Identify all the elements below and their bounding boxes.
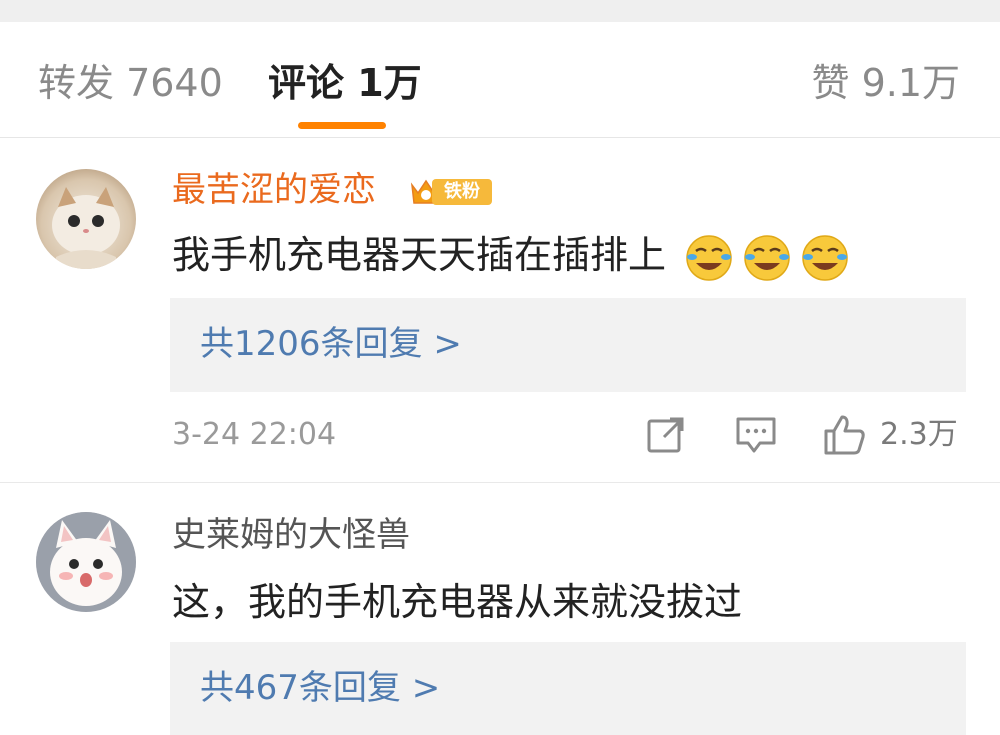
laugh-cry-icon [744,235,790,281]
comment-item: 史莱姆的大怪兽 这，我的手机充电器从来就没拔过 共467条回复 > [0,484,1000,735]
comment-text-content: 我手机充电器天天插在插排上 [172,233,667,277]
kitten-avatar-icon [36,512,136,612]
emoji-group [684,232,858,284]
replies-link[interactable]: 共467条回复 > [200,666,440,710]
like-count: 2.3万 [880,417,958,452]
comment-item: 最苦涩的爱恋 铁粉 我手机充电器天天插在插排上 共1206条回复 > 3-24 … [0,139,1000,483]
tab-bar: 转发 7640 评论 1万 赞 9.1万 [0,22,1000,138]
active-tab-indicator [298,122,386,129]
fan-badge[interactable]: 铁粉 [408,173,492,209]
comment-icon[interactable] [734,413,778,457]
laugh-cry-icon [802,235,848,281]
laugh-cry-icon [686,235,732,281]
share-icon[interactable] [644,413,688,457]
comment-username[interactable]: 史莱姆的大怪兽 [172,514,410,556]
comment-text: 这，我的手机充电器从来就没拔过 [172,580,743,624]
replies-link[interactable]: 共1206条回复 > [200,322,462,366]
avatar[interactable] [36,169,136,269]
badge-label: 铁粉 [432,179,492,205]
replies-box[interactable]: 共1206条回复 > [170,298,966,392]
top-strip [0,0,1000,22]
tab-repost[interactable]: 转发 7640 [38,60,223,106]
cat-avatar-icon [52,187,120,269]
like-button[interactable]: 2.3万 [822,413,972,457]
comment-timestamp: 3-24 22:04 [172,417,337,452]
replies-box[interactable]: 共467条回复 > [170,642,966,735]
avatar[interactable] [36,512,136,612]
comment-text: 我手机充电器天天插在插排上 [172,231,858,283]
thumbs-up-icon [824,415,865,455]
tab-likes[interactable]: 赞 9.1万 [811,60,960,106]
comment-username[interactable]: 最苦涩的爱恋 [172,169,376,211]
tab-comments[interactable]: 评论 1万 [268,60,422,106]
